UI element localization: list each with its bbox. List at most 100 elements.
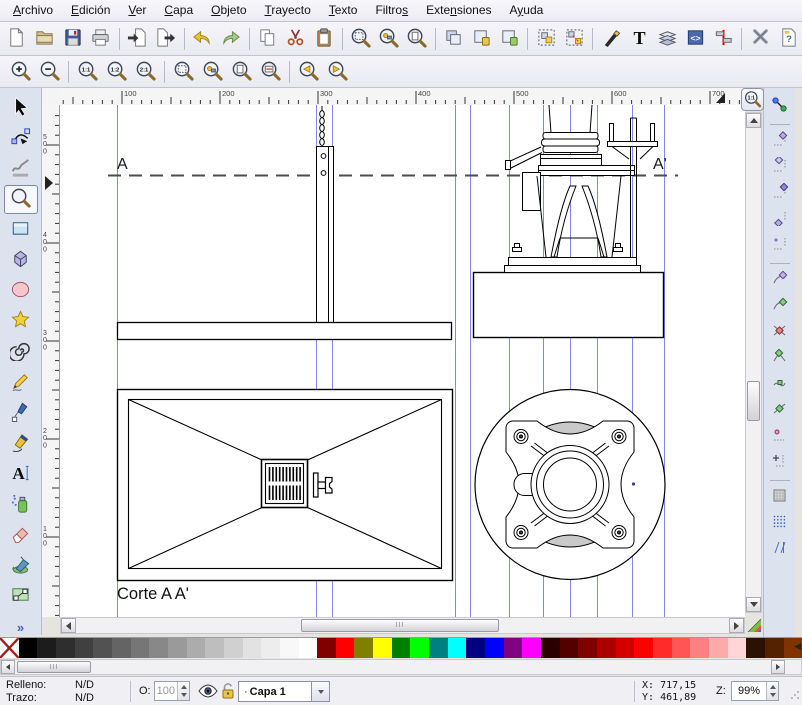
menu-trayecto[interactable]: Trayecto (256, 0, 320, 21)
layer-lock-icon[interactable] (221, 682, 235, 703)
menu-objeto[interactable]: Objeto (202, 0, 255, 21)
eraser-tool[interactable] (4, 520, 38, 550)
zoom-2-1-button[interactable]: 2:1 (131, 58, 160, 86)
snap-path-intersections-button[interactable] (768, 320, 792, 344)
zoom-out-button[interactable] (35, 58, 64, 86)
color-swatch[interactable] (634, 638, 653, 658)
rectangle-tool[interactable] (4, 215, 38, 245)
zoom-selection-button[interactable] (169, 58, 198, 86)
elevation-left-post[interactable] (118, 106, 452, 340)
color-wheel-corner-icon[interactable] (746, 617, 763, 634)
snap-nodes-button[interactable] (768, 268, 792, 292)
text-tool[interactable]: A (4, 459, 38, 489)
color-swatch[interactable] (765, 638, 784, 658)
color-swatch[interactable] (597, 638, 616, 658)
tweak-tool[interactable] (4, 154, 38, 184)
palette-scroll-arrow-icon[interactable]: ◀ (794, 641, 801, 652)
horizontal-scrollbar[interactable]: III (60, 617, 745, 634)
node-editor-tool[interactable] (4, 124, 38, 154)
color-swatch[interactable] (168, 638, 187, 658)
color-swatch[interactable] (429, 638, 448, 658)
zoom-page-button[interactable] (403, 25, 431, 53)
zoom-spinbox[interactable]: 99% (731, 681, 779, 701)
create-clone-button[interactable] (468, 25, 496, 53)
menu-edicion[interactable]: Edición (62, 0, 119, 21)
zoom-next-button[interactable] (323, 58, 352, 86)
color-swatch[interactable] (37, 638, 56, 658)
preferences-button[interactable] (746, 25, 774, 53)
text-dialog-button[interactable]: T (625, 25, 653, 53)
color-swatch[interactable] (504, 638, 523, 658)
pen-tool[interactable] (4, 398, 38, 428)
color-swatch[interactable] (653, 638, 672, 658)
color-swatch[interactable] (410, 638, 429, 658)
color-swatch[interactable] (354, 638, 373, 658)
zoom-1-1-button[interactable]: 1:1 (73, 58, 102, 86)
scroll-down-button[interactable] (746, 597, 761, 612)
palette-scroll-thumb[interactable]: III (17, 661, 91, 673)
import-button[interactable] (124, 25, 152, 53)
color-swatch[interactable] (690, 638, 709, 658)
layers-dialog-button[interactable] (653, 25, 681, 53)
snap-guides-button[interactable] (768, 537, 792, 561)
opacity-spinbox[interactable]: 100 (154, 681, 190, 701)
color-swatch[interactable] (541, 638, 560, 658)
horizontal-scroll-thumb[interactable]: III (301, 619, 499, 632)
layer-visibility-eye-icon[interactable] (198, 684, 218, 701)
align-distribute-button[interactable] (709, 25, 737, 53)
color-swatch[interactable] (709, 638, 728, 658)
spray-tool[interactable] (4, 490, 38, 520)
zoom-page-width-button[interactable] (256, 58, 285, 86)
color-swatch[interactable] (299, 638, 318, 658)
spiral-tool[interactable] (4, 337, 38, 367)
color-swatch[interactable] (373, 638, 392, 658)
duplicate-button[interactable] (440, 25, 468, 53)
snap-bbox-centers-button[interactable] (768, 233, 792, 257)
print-button[interactable] (87, 25, 115, 53)
canvas-drawing[interactable]: A A' (60, 105, 745, 617)
snap-cusp-nodes-button[interactable] (768, 346, 792, 370)
color-swatch[interactable] (485, 638, 504, 658)
xml-editor-button[interactable]: <> (681, 25, 709, 53)
snap-bbox-edge-midpoints-button[interactable] (768, 207, 792, 231)
menu-capa[interactable]: Capa (155, 0, 202, 21)
scroll-left-button[interactable] (61, 618, 76, 633)
snap-bbox-edges-button[interactable] (768, 155, 792, 179)
save-button[interactable] (59, 25, 87, 53)
color-swatch[interactable] (93, 638, 112, 658)
gradient-tool[interactable] (4, 582, 38, 612)
color-swatch[interactable] (616, 638, 635, 658)
color-swatch[interactable] (728, 638, 747, 658)
snap-smooth-nodes-button[interactable] (768, 372, 792, 396)
plan-pit[interactable] (118, 390, 453, 581)
unlink-clone-button[interactable] (496, 25, 524, 53)
color-swatch[interactable] (131, 638, 150, 658)
layer-dropdown-button[interactable] (311, 682, 329, 701)
snap-bbox-button[interactable] (768, 129, 792, 153)
zoom-page-button[interactable] (227, 58, 256, 86)
drawing-caption[interactable]: Corte A A' (117, 585, 189, 603)
cut-button[interactable] (282, 25, 310, 53)
swatch-none[interactable] (0, 638, 19, 658)
export-button[interactable] (152, 25, 180, 53)
palette-scroll-right-button[interactable] (771, 660, 785, 674)
vertical-ruler[interactable]: 500400300200100 (42, 105, 60, 617)
fill-stroke-dialog-button[interactable] (597, 25, 625, 53)
palette-scrollbar[interactable]: III (0, 659, 802, 675)
snap-page-border-button[interactable] (768, 485, 792, 509)
menu-ayuda[interactable]: Ayuda (501, 0, 553, 21)
color-swatch[interactable] (672, 638, 691, 658)
horizontal-ruler[interactable]: 100200300400500600700 (60, 88, 745, 106)
color-swatch[interactable] (187, 638, 206, 658)
canvas-viewport[interactable]: A A' (60, 105, 745, 617)
stroke-value[interactable]: N/D (75, 692, 94, 704)
redo-button[interactable] (217, 25, 245, 53)
color-swatch[interactable] (243, 638, 262, 658)
color-swatch[interactable] (149, 638, 168, 658)
zoom-selection-button[interactable] (347, 25, 375, 53)
snap-grid-button[interactable] (768, 511, 792, 535)
calligraphy-tool[interactable] (4, 429, 38, 459)
vertical-scroll-thumb[interactable] (747, 381, 760, 421)
selector-tool[interactable] (4, 93, 38, 123)
color-swatch[interactable] (466, 638, 485, 658)
